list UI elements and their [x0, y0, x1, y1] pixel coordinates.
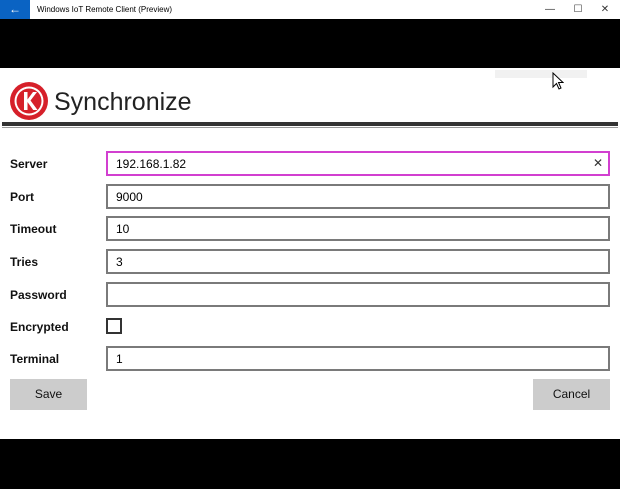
k-logo-icon — [10, 82, 48, 120]
port-input[interactable] — [106, 184, 610, 209]
timeout-input[interactable] — [106, 216, 610, 241]
close-button[interactable]: ✕ — [590, 0, 620, 19]
faint-overlay — [495, 70, 587, 78]
close-icon: ✕ — [600, 4, 610, 15]
window-title: Windows IoT Remote Client (Preview) — [37, 5, 173, 14]
page-title: Synchronize — [54, 88, 192, 116]
server-input[interactable] — [106, 151, 610, 176]
password-input[interactable] — [106, 282, 610, 307]
mouse-cursor-icon — [552, 72, 564, 90]
minimize-button[interactable]: — — [535, 0, 565, 19]
terminal-label: Terminal — [10, 352, 60, 366]
header-divider-thin — [2, 127, 618, 128]
title-bar: ← Windows IoT Remote Client (Preview) — … — [0, 0, 620, 19]
maximize-icon: ☐ — [573, 4, 583, 15]
back-arrow-icon: ← — [9, 2, 21, 16]
letterbox-bottom — [0, 439, 620, 489]
maximize-button[interactable]: ☐ — [563, 0, 593, 19]
password-label: Password — [10, 288, 67, 302]
timeout-label: Timeout — [10, 222, 57, 236]
encrypted-checkbox[interactable] — [106, 318, 122, 334]
letterbox-top — [0, 19, 620, 68]
save-button[interactable]: Save — [10, 379, 87, 410]
header-divider — [2, 122, 618, 126]
cancel-button[interactable]: Cancel — [533, 379, 610, 410]
encrypted-label: Encrypted — [10, 320, 69, 334]
port-label: Port — [10, 190, 34, 204]
server-label: Server — [10, 157, 48, 171]
back-button[interactable]: ← — [0, 0, 30, 19]
tries-input[interactable] — [106, 249, 610, 274]
tries-label: Tries — [10, 255, 39, 269]
terminal-input[interactable] — [106, 346, 610, 371]
clear-icon[interactable]: ✕ — [592, 156, 604, 170]
minimize-icon: — — [545, 4, 555, 15]
